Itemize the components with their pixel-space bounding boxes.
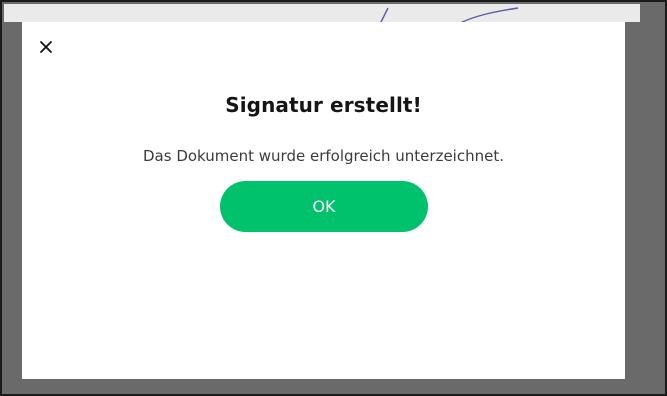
close-button[interactable] <box>35 36 57 58</box>
dialog-message: Das Dokument wurde erfolgreich unterzeic… <box>143 147 504 165</box>
ok-button[interactable]: OK <box>220 181 428 232</box>
close-icon <box>40 41 52 53</box>
document-background <box>4 4 640 22</box>
app-frame: Signatur erstellt! Das Dokument wurde er… <box>0 0 667 396</box>
ok-button-label: OK <box>312 197 336 216</box>
dialog-title: Signatur erstellt! <box>225 93 422 117</box>
success-dialog: Signatur erstellt! Das Dokument wurde er… <box>22 22 625 379</box>
